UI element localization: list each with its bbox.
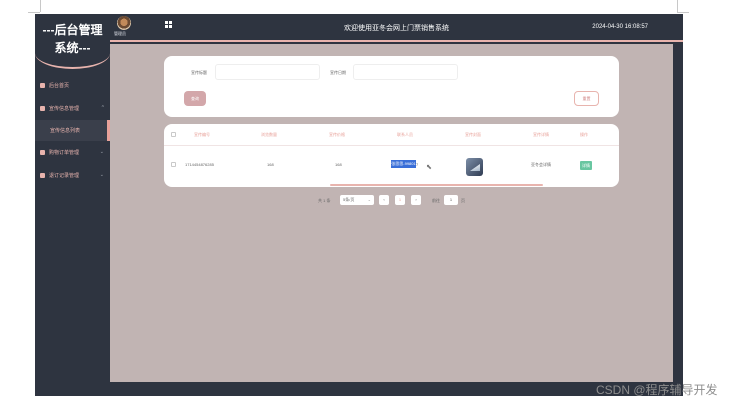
sidebar-item-label: 购物订单管理 <box>49 150 80 156</box>
goto-suffix: 页 <box>461 198 465 203</box>
sidebar-item-promotion-list[interactable]: 宣传信息列表 <box>35 120 110 141</box>
next-page-button[interactable]: › <box>411 195 421 205</box>
sidebar-item-home[interactable]: 后台首页 <box>35 74 110 97</box>
sidebar-logo: ---后台管理 系统--- <box>35 14 110 69</box>
column-header: 宣传价格 <box>329 132 345 137</box>
detail-button[interactable]: 详情 <box>580 161 592 170</box>
top-header: 管理员 欢迎使用亚冬会网上门票销售系统 2024-04-30 16:08:57 <box>110 14 683 42</box>
prev-page-button[interactable]: ‹ <box>379 195 389 205</box>
csdn-watermark: CSDN @程序辅导开发 <box>596 383 718 397</box>
current-datetime: 2024-04-30 16:08:57 <box>592 24 648 30</box>
sidebar-item-label: 宣传信息列表 <box>50 128 81 134</box>
sidebar-item-promotion-management[interactable]: 宣传信息管理 ^ <box>35 97 110 120</box>
sidebar-item-order-management[interactable]: 购物订单管理 ⌄ <box>35 141 110 164</box>
page-corner-mark <box>28 12 40 13</box>
sidebar-title-line2: 系统--- <box>54 41 91 55</box>
chevron-down-icon: ⌄ <box>99 149 104 155</box>
column-header: 宣传封面 <box>465 132 481 137</box>
page-size-select[interactable]: 5条/页 ⌄ <box>340 195 374 205</box>
data-table: 宣传编号 浏览数量 宣传价格 联系人员 宣传封面 宣传详情 操作 1714454… <box>164 124 619 187</box>
pagination-total: 共 1 条 <box>318 198 331 203</box>
main-content: 宣传标题 宣传日期 查询 重置 宣传编号 浏览数量 宣传价格 联系人员 宣传封面… <box>110 44 673 382</box>
search-panel: 宣传标题 宣传日期 查询 重置 <box>164 56 619 117</box>
page-number-button[interactable]: 1 <box>395 195 405 205</box>
page-corner-mark <box>40 0 41 12</box>
cell-id: 1714454876285 <box>185 162 214 167</box>
sidebar: ---后台管理 系统--- 后台首页 宣传信息管理 ^ 宣传信息列表 购物订单管… <box>35 14 110 396</box>
cell-contact-selected: 张思思-99801 <box>391 160 416 168</box>
document-page: ---后台管理 系统--- 后台首页 宣传信息管理 ^ 宣传信息列表 购物订单管… <box>0 0 735 403</box>
cell-contact-tail: 7 <box>416 162 419 167</box>
goto-page-input[interactable]: 1 <box>444 195 458 205</box>
search-button[interactable]: 查询 <box>184 91 206 106</box>
sidebar-item-label: 退订记录管理 <box>49 173 80 179</box>
page-corner-mark <box>677 12 689 13</box>
search-date-input[interactable] <box>353 64 458 80</box>
search-title-label: 宣传标题 <box>191 70 207 75</box>
chevron-up-icon: ^ <box>101 105 104 111</box>
sidebar-title-line1: ---后台管理 <box>42 23 103 37</box>
page-size-value: 5条/页 <box>343 197 355 202</box>
select-all-checkbox[interactable] <box>171 132 176 137</box>
cell-detail: 亚冬会详情 <box>531 162 551 167</box>
sidebar-item-label: 宣传信息管理 <box>49 106 80 112</box>
horizontal-scrollbar[interactable] <box>330 184 543 186</box>
sidebar-item-refund-management[interactable]: 退订记录管理 ⌄ <box>35 164 110 187</box>
document-icon <box>40 106 45 111</box>
pagination: 共 1 条 5条/页 ⌄ ‹ 1 › 前往 1 页 <box>110 194 673 206</box>
sidebar-menu: 后台首页 宣传信息管理 ^ 宣传信息列表 购物订单管理 ⌄ 退订记录管理 ⌄ <box>35 74 110 187</box>
mouse-cursor-icon: ⬉ <box>426 164 432 171</box>
search-date-label: 宣传日期 <box>330 70 346 75</box>
cell-views: 168 <box>267 162 274 167</box>
chevron-down-icon: ⌄ <box>99 172 104 178</box>
chevron-down-icon: ⌄ <box>367 197 371 202</box>
home-icon <box>40 83 45 88</box>
cover-thumbnail[interactable] <box>466 158 483 176</box>
column-header: 浏览数量 <box>261 132 277 137</box>
cart-icon <box>40 150 45 155</box>
column-header: 宣传编号 <box>194 132 210 137</box>
refund-icon <box>40 173 45 178</box>
sidebar-item-label: 后台首页 <box>49 83 70 89</box>
table-header-row: 宣传编号 浏览数量 宣传价格 联系人员 宣传封面 宣传详情 操作 <box>164 124 619 146</box>
reset-button[interactable]: 重置 <box>574 91 599 106</box>
admin-app-screenshot: ---后台管理 系统--- 后台首页 宣传信息管理 ^ 宣传信息列表 购物订单管… <box>35 14 683 396</box>
column-header: 宣传详情 <box>533 132 549 137</box>
row-checkbox[interactable] <box>171 162 176 167</box>
cell-price: 168 <box>335 162 342 167</box>
page-corner-mark <box>677 0 678 12</box>
goto-label: 前往 <box>432 198 440 203</box>
column-header: 操作 <box>580 132 588 137</box>
search-title-input[interactable] <box>215 64 320 80</box>
column-header: 联系人员 <box>397 132 413 137</box>
